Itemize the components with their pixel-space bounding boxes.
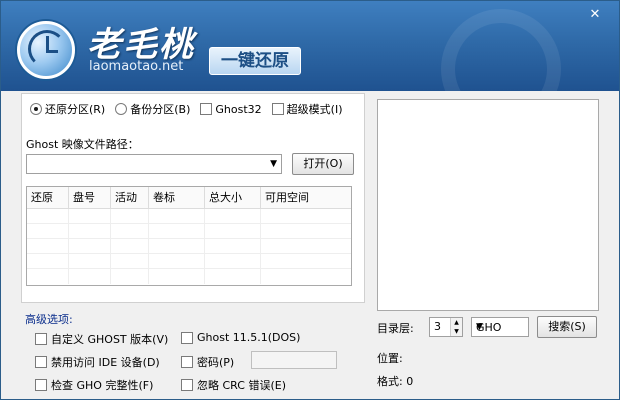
check-gho-integrity-checkbox[interactable]: 检查 GHO 完整性(F) <box>35 377 153 393</box>
checkbox-icon[interactable] <box>271 103 284 115</box>
radio-icon[interactable] <box>115 103 128 115</box>
checkbox-icon[interactable] <box>181 356 193 368</box>
ghost-path-select[interactable]: ▼ <box>26 154 282 174</box>
ghost32-label: Ghost32 <box>215 102 262 116</box>
brand-url: laomaotao.net <box>89 59 184 74</box>
main-window: 老毛桃 laomaotao.net 一键还原 ✕ 还原分区(R) 备份分区(B)… <box>0 0 620 400</box>
ghost-path-label: Ghost 映像文件路径： <box>26 138 139 151</box>
restore-panel: 还原分区(R) 备份分区(B) Ghost32 超级模式(I) Ghost 映像… <box>21 93 365 303</box>
app-title: 一键还原 <box>209 47 301 75</box>
table-row <box>27 269 351 284</box>
open-button[interactable]: 打开(O) <box>292 153 354 175</box>
position-label: 位置: <box>377 352 403 365</box>
dropdown-arrow-icon[interactable]: ▼ <box>270 159 277 169</box>
ghost-version-checkbox[interactable]: Ghost 11.5.1(DOS) <box>181 331 300 344</box>
stepper-down-icon[interactable]: ▼ <box>450 327 462 336</box>
restore-partition-radio[interactable]: 还原分区(R) <box>30 100 105 118</box>
disable-ide-label: 禁用访问 IDE 设备(D) <box>51 356 160 369</box>
search-button[interactable]: 搜索(S) <box>537 316 597 338</box>
close-icon[interactable]: ✕ <box>587 7 603 23</box>
checkbox-icon[interactable] <box>200 103 213 115</box>
watermark-clock-icon <box>441 9 561 91</box>
table-row <box>27 254 351 269</box>
custom-ghost-version-label: 自定义 GHOST 版本(V) <box>51 333 169 346</box>
header-banner: 老毛桃 laomaotao.net 一键还原 ✕ <box>1 1 619 91</box>
partition-table-header: 还原 盘号 活动 卷标 总大小 可用空间 <box>27 187 351 209</box>
radio-selected-icon[interactable] <box>30 103 42 115</box>
table-row <box>27 224 351 239</box>
dir-level-stepper[interactable]: 3 ▲ ▼ <box>429 317 463 337</box>
restore-partition-label: 还原分区(R) <box>45 103 106 116</box>
column-header[interactable]: 活动 <box>111 187 149 208</box>
disable-ide-checkbox[interactable]: 禁用访问 IDE 设备(D) <box>35 354 160 370</box>
backup-partition-radio[interactable]: 备份分区(B) <box>115 100 190 118</box>
ghost-version-label: Ghost 11.5.1(DOS) <box>197 331 301 344</box>
column-header[interactable]: 卷标 <box>149 187 205 208</box>
checkbox-icon[interactable] <box>35 356 47 368</box>
super-mode-label: 超级模式(I) <box>286 103 343 116</box>
mode-options: 还原分区(R) 备份分区(B) Ghost32 超级模式(I) <box>30 100 342 118</box>
checkbox-icon[interactable] <box>35 333 47 345</box>
preview-area <box>377 99 599 311</box>
partition-table[interactable]: 还原 盘号 活动 卷标 总大小 可用空间 <box>26 186 352 286</box>
super-mode-checkbox[interactable]: 超级模式(I) <box>271 100 343 118</box>
column-header[interactable]: 可用空间 <box>261 187 351 208</box>
table-row <box>27 209 351 224</box>
restore-clock-icon <box>17 21 75 79</box>
dropdown-arrow-icon[interactable]: ▼ <box>476 322 524 332</box>
custom-ghost-version-checkbox[interactable]: 自定义 GHOST 版本(V) <box>35 331 168 347</box>
dir-level-value: 3 <box>434 320 441 333</box>
checkbox-icon[interactable] <box>181 331 193 344</box>
column-header[interactable]: 盘号 <box>69 187 111 208</box>
checkbox-icon[interactable] <box>35 379 47 391</box>
advanced-options-title: 高级选项: <box>25 313 73 326</box>
table-row <box>27 239 351 254</box>
ignore-crc-checkbox[interactable]: 忽略 CRC 错误(E) <box>181 377 286 393</box>
ghost32-checkbox[interactable]: Ghost32 <box>200 100 262 118</box>
password-checkbox[interactable]: 密码(P) <box>181 354 234 370</box>
column-header[interactable]: 还原 <box>27 187 69 208</box>
backup-partition-label: 备份分区(B) <box>130 103 191 116</box>
dir-level-label: 目录层: <box>377 322 414 335</box>
password-label: 密码(P) <box>197 356 235 369</box>
file-type-select[interactable]: GHO ▼ <box>471 317 529 337</box>
check-gho-integrity-label: 检查 GHO 完整性(F) <box>51 379 154 392</box>
password-field[interactable] <box>251 351 337 369</box>
column-header[interactable]: 总大小 <box>205 187 261 208</box>
checkbox-icon[interactable] <box>181 379 193 391</box>
stepper-up-icon[interactable]: ▲ <box>450 318 462 327</box>
format-label: 格式: 0 <box>377 375 414 388</box>
ignore-crc-label: 忽略 CRC 错误(E) <box>197 379 286 392</box>
